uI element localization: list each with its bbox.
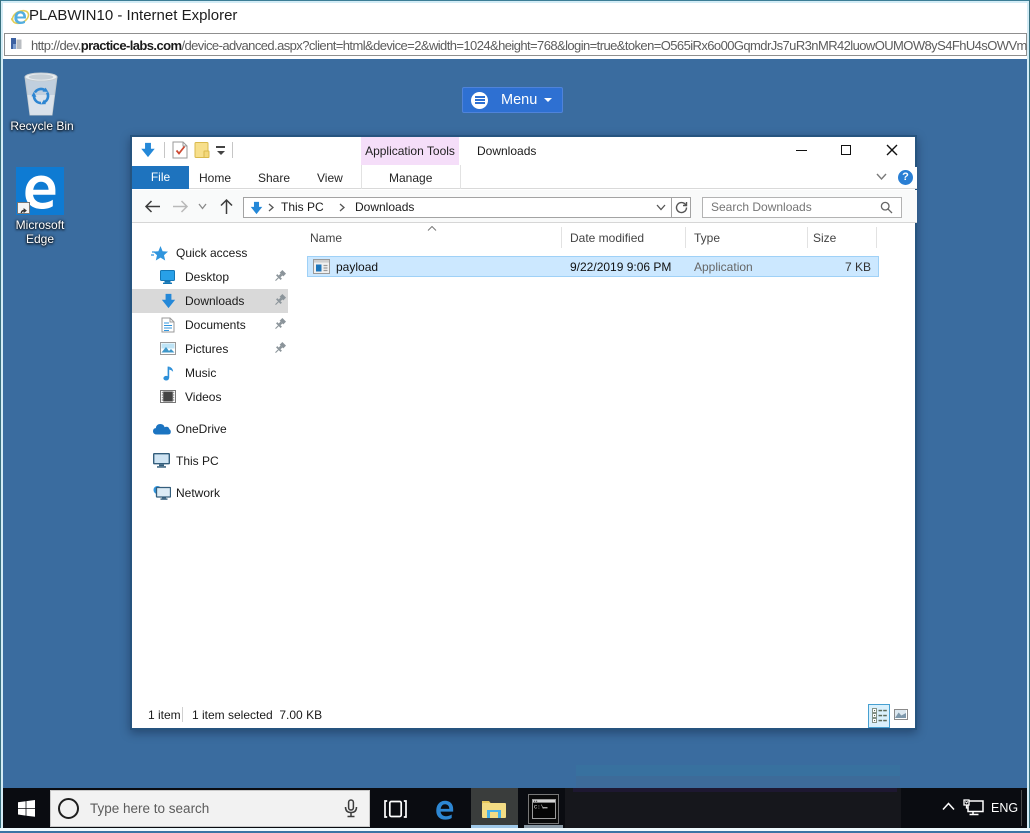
svg-text:C:\: C:\ [534,804,544,811]
